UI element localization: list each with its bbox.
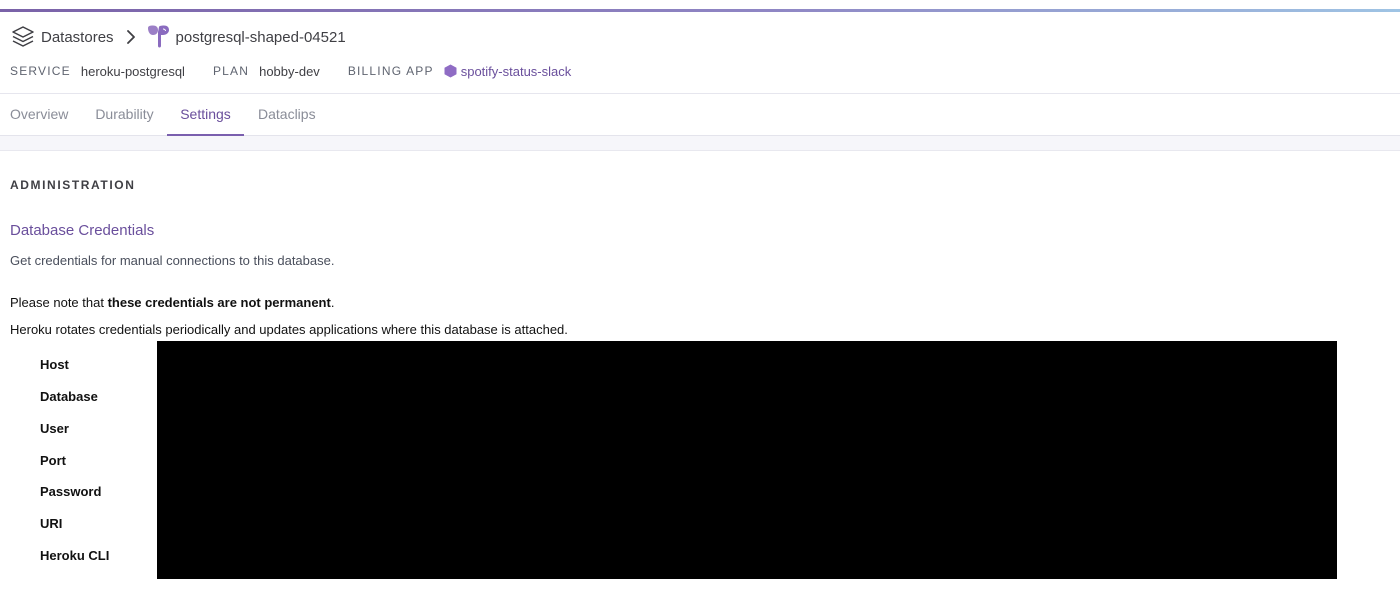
credential-label-port: Port (40, 453, 66, 468)
credential-label-uri: URI (40, 516, 63, 531)
service-label: SERVICE (10, 64, 71, 78)
database-credentials-description: Get credentials for manual connections t… (10, 253, 335, 268)
redacted-credentials-values (157, 341, 1337, 579)
credentials-note: Please note that these credentials are n… (10, 295, 334, 310)
credentials-note-prefix: Please note that (10, 295, 108, 310)
database-credentials-title: Database Credentials (10, 222, 155, 239)
credentials-rotation-note: Heroku rotates credentials periodically … (10, 322, 568, 337)
credential-label-database: Database (40, 389, 98, 404)
datastore-tabs: Overview Durability Settings Dataclips (0, 94, 1400, 136)
credential-label-password: Password (40, 484, 102, 499)
tab-dataclips[interactable]: Dataclips (258, 94, 316, 136)
tab-settings[interactable]: Settings (167, 94, 244, 136)
credential-label-user: User (40, 421, 69, 436)
plan-label: PLAN (212, 64, 250, 78)
tab-durability[interactable]: Durability (95, 94, 154, 136)
administration-heading: ADMINISTRATION (10, 178, 136, 192)
plan-value: hobby-dev (259, 63, 320, 79)
postgres-elephant-icon (145, 24, 171, 50)
chevron-right-icon (124, 28, 138, 46)
credentials-note-emphasis: these credentials are not permanent (107, 295, 331, 310)
datastore-meta: SERVICE heroku-postgresql PLAN hobby-dev… (10, 62, 571, 80)
credentials-note-suffix: . (330, 295, 335, 310)
credential-label-host: Host (40, 357, 69, 372)
breadcrumb: Datastores postgresql-shaped-04521 (10, 24, 346, 50)
layers-stack-icon[interactable] (10, 24, 36, 50)
section-divider (0, 136, 1400, 151)
billing-app-link[interactable]: spotify-status-slack (461, 64, 572, 79)
database-name: postgresql-shaped-04521 (175, 28, 346, 46)
billing-app-label: BILLING APP (347, 64, 434, 78)
datastore-header: Datastores postgresql-shaped-04521 SERVI… (0, 12, 1400, 94)
tab-overview[interactable]: Overview (10, 94, 68, 136)
credential-label-heroku-cli: Heroku CLI (40, 548, 110, 563)
breadcrumb-datastores-link[interactable]: Datastores (41, 29, 114, 46)
service-value: heroku-postgresql (80, 63, 185, 79)
hexagon-app-icon (444, 64, 457, 78)
